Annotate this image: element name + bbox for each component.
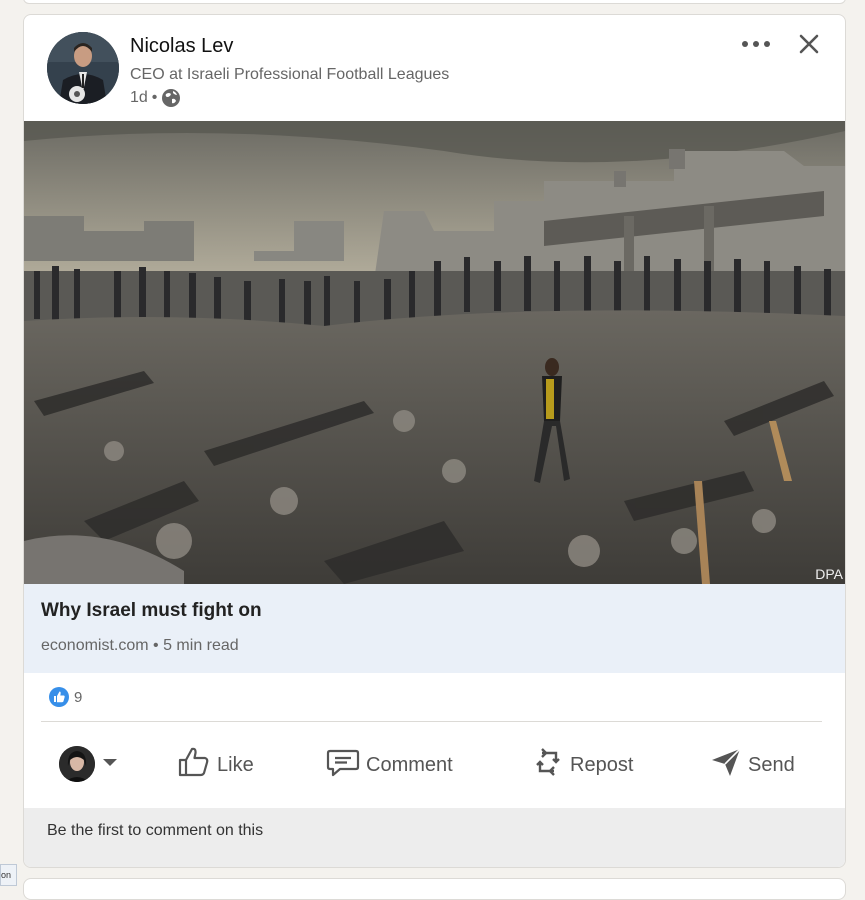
actor-selector[interactable] [59,746,119,782]
comments-section: Be the first to comment on this [24,808,845,867]
repost-label: Repost [570,753,634,776]
more-options-button[interactable] [738,33,778,55]
author-headline: CEO at Israeli Professional Football Lea… [130,66,450,83]
send-icon [710,746,742,784]
comment-button[interactable]: Comment [326,743,453,787]
ellipsis-icon [742,41,770,47]
chevron-down-icon [101,755,119,773]
article-title[interactable]: Why Israel must fight on [41,600,262,622]
like-button[interactable]: Like [177,743,254,787]
article-source: economist.com • 5 min read [41,637,239,654]
reactions-summary[interactable]: 9 [49,687,82,707]
send-button[interactable]: Send [710,743,795,787]
meta-separator: • [151,89,158,106]
image-credit: DPA [815,566,843,582]
close-button[interactable] [794,29,824,59]
divider [41,721,822,722]
next-post-card-edge [23,878,846,900]
repost-icon [532,745,564,785]
author-avatar[interactable] [47,32,119,104]
author-name[interactable]: Nicolas Lev [130,35,233,58]
thumbs-up-icon [49,687,69,707]
article-link[interactable]: Why Israel must fight on economist.com •… [24,584,845,673]
post-image[interactable]: DPA [24,121,845,584]
like-label: Like [217,753,254,776]
send-label: Send [748,753,795,776]
close-icon [799,34,819,54]
like-icon [177,746,211,784]
post-time: 1d [130,89,148,106]
user-avatar [59,746,95,782]
comment-label: Comment [366,753,453,776]
reaction-count[interactable]: 9 [74,689,82,706]
post-meta: 1d • [130,88,181,108]
feed-post-card: Nicolas Lev CEO at Israeli Professional … [23,14,846,868]
repost-button[interactable]: Repost [532,743,633,787]
comment-icon [326,747,360,783]
side-tooltip: on [0,864,17,886]
comments-empty-prompt: Be the first to comment on this [47,822,264,839]
globe-icon [161,88,181,108]
previous-post-card-edge [23,0,846,4]
